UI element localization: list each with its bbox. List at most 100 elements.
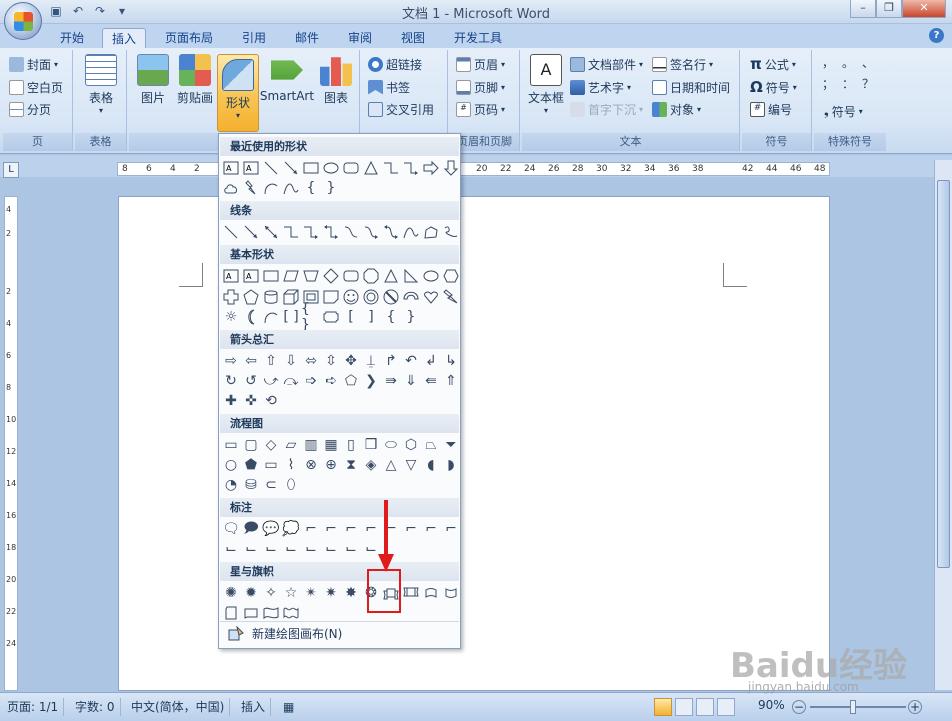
zoom-slider[interactable] xyxy=(810,706,906,708)
oval-shape-icon[interactable] xyxy=(421,266,441,286)
tab-review[interactable]: 审阅 xyxy=(338,28,382,48)
close-button[interactable]: ✕ xyxy=(902,0,946,18)
left-arrow-shape-icon[interactable]: ⇦ xyxy=(241,351,261,371)
curved-connector-shape-icon[interactable] xyxy=(341,222,361,242)
cloud-callout-shape-icon[interactable]: 💭 xyxy=(281,519,301,539)
u-turn-arrow-shape-icon[interactable]: ↶ xyxy=(401,351,421,371)
quad-arrow-shape-icon[interactable]: ✥ xyxy=(341,351,361,371)
no-symbol-shape-icon[interactable] xyxy=(381,287,401,307)
down-ribbon-shape-icon[interactable] xyxy=(401,583,421,603)
multidocument-shape-icon[interactable]: ❒ xyxy=(361,435,381,455)
right-bracket-shape-icon[interactable]: ] xyxy=(361,307,381,327)
arrow-line-shape-icon[interactable] xyxy=(281,158,301,178)
left-right-arrow-shape-icon[interactable]: ⬄ xyxy=(301,351,321,371)
accent-callout-4-shape-icon[interactable]: ⌐ xyxy=(441,519,461,539)
left-bracket-shape-icon[interactable]: [ xyxy=(341,307,361,327)
delay-shape-icon[interactable]: ◗ xyxy=(441,455,461,475)
curved-up-ribbon-shape-icon[interactable] xyxy=(421,583,441,603)
octagon-shape-icon[interactable] xyxy=(361,266,381,286)
sun-shape-icon[interactable]: ☼ xyxy=(221,307,241,327)
heart-shape-icon[interactable] xyxy=(421,287,441,307)
border-callout-1-shape-icon[interactable]: ⌙ xyxy=(221,539,241,559)
cube-shape-icon[interactable] xyxy=(281,287,301,307)
accent-border-callout-1-shape-icon[interactable]: ⌙ xyxy=(301,539,321,559)
pentagon-arrow-shape-icon[interactable]: ⬠ xyxy=(341,371,361,391)
smiley-face-shape-icon[interactable] xyxy=(341,287,361,307)
summing-junction-shape-icon[interactable]: ⊗ xyxy=(301,455,321,475)
curved-arrow-connector-shape-icon[interactable] xyxy=(361,222,381,242)
minimize-button[interactable]: – xyxy=(850,0,876,18)
special-symbol-button[interactable]: ❟ 符号 ▾ xyxy=(824,101,863,121)
chevron-shape-icon[interactable]: ❯ xyxy=(361,371,381,391)
elbow-connector-shape-icon[interactable] xyxy=(281,222,301,242)
shapes-button[interactable]: 形状 ▾ xyxy=(217,54,259,132)
horizontal-scroll-shape-icon[interactable] xyxy=(241,603,261,623)
document-shape-icon[interactable]: ▯ xyxy=(341,435,361,455)
tab-view[interactable]: 视图 xyxy=(391,28,435,48)
right-arrow-callout-shape-icon[interactable]: ⇛ xyxy=(381,371,401,391)
border-callout-2-shape-icon[interactable]: ⌙ xyxy=(241,539,261,559)
oval-callout-shape-icon[interactable]: 💬 xyxy=(261,519,281,539)
equation-button[interactable]: π 公式 ▾ xyxy=(750,54,796,74)
off-page-connector-shape-icon[interactable]: ⬟ xyxy=(241,455,261,475)
page-number-button[interactable]: # 页码 ▾ xyxy=(456,99,505,119)
five-point-star-shape-icon[interactable]: ☆ xyxy=(281,583,301,603)
magnetic-disk-shape-icon[interactable]: ⛁ xyxy=(241,475,261,495)
curved-down-ribbon-shape-icon[interactable] xyxy=(441,583,461,603)
footer-button[interactable]: 页脚 ▾ xyxy=(456,77,505,97)
curved-up-arrow-shape-icon[interactable]: ⤻ xyxy=(261,371,281,391)
zoom-out-button[interactable]: − xyxy=(792,700,806,714)
right-arrow-shape-icon[interactable]: ⇨ xyxy=(221,351,241,371)
pentagon-shape-icon[interactable] xyxy=(241,287,261,307)
rectangle-shape-icon[interactable] xyxy=(301,158,321,178)
line-callout-3-shape-icon[interactable]: ⌐ xyxy=(341,519,361,539)
curved-right-arrow-shape-icon[interactable]: ↻ xyxy=(221,371,241,391)
right-arrow-shape-icon[interactable] xyxy=(421,158,441,178)
chart-button[interactable]: 图表 xyxy=(317,54,355,106)
stored-data-shape-icon[interactable]: ◖ xyxy=(421,455,441,475)
right-triangle-shape-icon[interactable] xyxy=(401,266,421,286)
date-time-button[interactable]: 日期和时间 xyxy=(652,77,730,97)
up-down-arrow-shape-icon[interactable]: ⇳ xyxy=(321,351,341,371)
down-arrow-shape-icon[interactable] xyxy=(441,158,461,178)
down-arrow-callout-shape-icon[interactable]: ⇓ xyxy=(401,371,421,391)
extract-shape-icon[interactable]: △ xyxy=(381,455,401,475)
tab-insert[interactable]: 插入 xyxy=(102,28,146,48)
print-layout-view-icon[interactable] xyxy=(654,698,672,716)
vertical-scrollbar[interactable] xyxy=(934,160,952,690)
explosion-1-shape-icon[interactable]: ✺ xyxy=(221,583,241,603)
border-callout-4-shape-icon[interactable]: ⌙ xyxy=(281,539,301,559)
arrow-line-shape-icon[interactable] xyxy=(241,222,261,242)
special-symbol[interactable]: ； xyxy=(822,75,842,92)
zoom-in-button[interactable]: + xyxy=(908,700,922,714)
twenty-four-point-star-shape-icon[interactable]: ✸ xyxy=(341,583,361,603)
rounded-rect-shape-icon[interactable] xyxy=(341,266,361,286)
process-shape-icon[interactable]: ▭ xyxy=(221,435,241,455)
down-arrow-shape-icon[interactable]: ⇩ xyxy=(281,351,301,371)
notched-right-arrow-shape-icon[interactable]: ➪ xyxy=(321,371,341,391)
display-shape-icon[interactable]: ⬯ xyxy=(281,475,301,495)
vertical-scroll-shape-icon[interactable] xyxy=(221,603,241,623)
bent-up-arrow-shape-icon[interactable]: ↳ xyxy=(441,351,461,371)
diamond-shape-icon[interactable] xyxy=(321,266,341,286)
terminator-shape-icon[interactable]: ⬭ xyxy=(381,435,401,455)
arc-shape-icon[interactable] xyxy=(261,178,281,198)
textbox-button[interactable]: A 文本框 ▾ xyxy=(526,54,566,115)
help-icon[interactable]: ? xyxy=(929,28,944,43)
vertical-text-box-shape-icon[interactable]: A xyxy=(241,266,261,286)
left-brace-shape-icon[interactable]: { xyxy=(381,307,401,327)
cross-reference-button[interactable]: 交叉引用 xyxy=(368,99,434,119)
plaque-shape-icon[interactable] xyxy=(321,307,341,327)
scribble-shape-icon[interactable] xyxy=(441,222,461,242)
arc-shape-icon[interactable] xyxy=(261,307,281,327)
tab-mailings[interactable]: 邮件 xyxy=(285,28,329,48)
right-brace-shape-icon[interactable]: } xyxy=(321,178,341,198)
quick-parts-button[interactable]: 文档部件 ▾ xyxy=(570,54,643,74)
can-shape-icon[interactable] xyxy=(261,287,281,307)
word-count[interactable]: 字数: 0 xyxy=(70,698,121,716)
quad-arrow-callout-shape-icon[interactable]: ✜ xyxy=(241,391,261,411)
oval-shape-icon[interactable] xyxy=(321,158,341,178)
curve-shape-icon[interactable] xyxy=(281,178,301,198)
elbow-connector-shape-icon[interactable] xyxy=(381,158,401,178)
eight-point-star-shape-icon[interactable]: ✴ xyxy=(301,583,321,603)
